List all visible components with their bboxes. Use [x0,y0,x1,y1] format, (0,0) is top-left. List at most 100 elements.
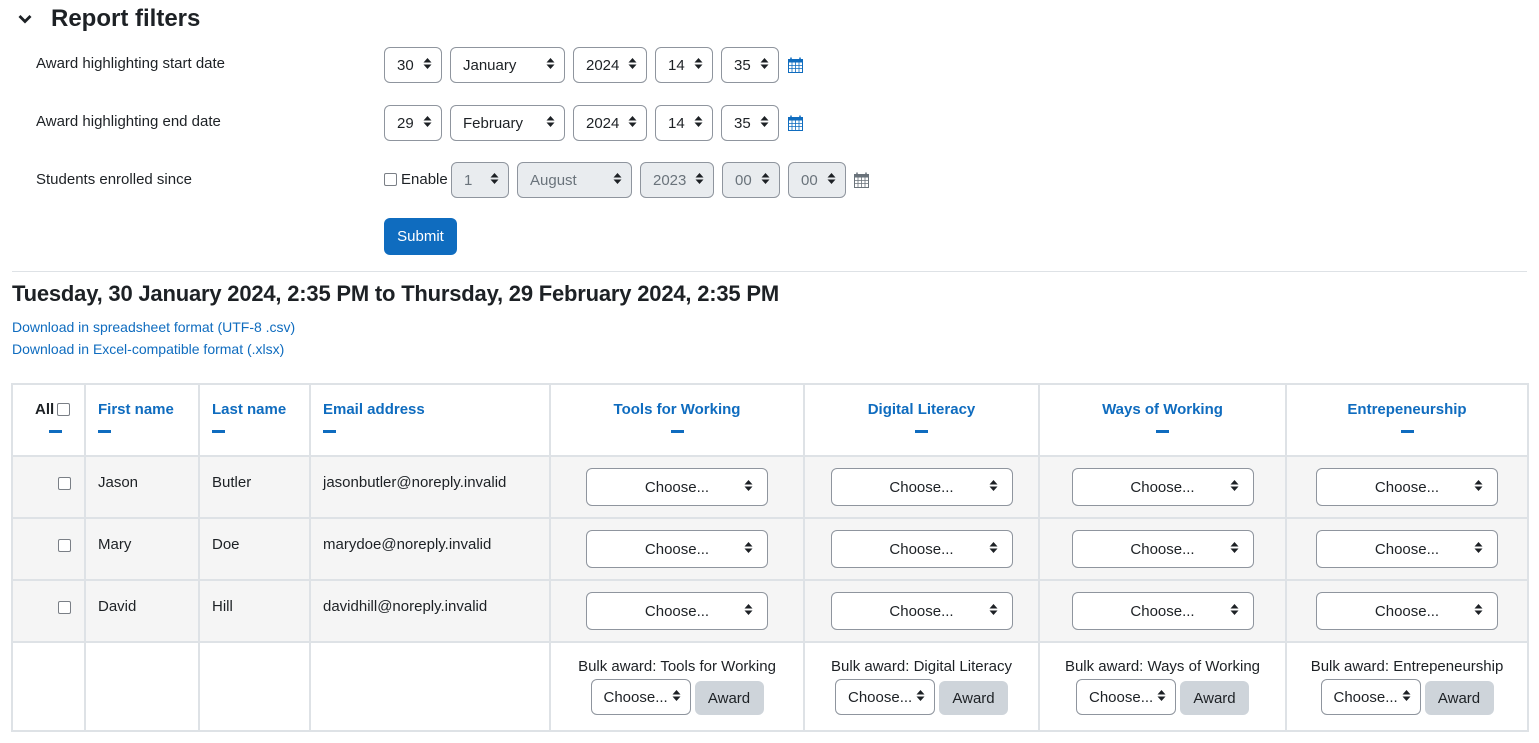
collapse-column-icon[interactable] [915,430,928,433]
bulk-award-label: Bulk award: Tools for Working [578,658,776,675]
award-select[interactable]: Choose... [586,530,768,568]
calendar-icon[interactable] [788,57,803,77]
award-select[interactable]: Choose... [1071,530,1254,568]
column-label[interactable]: Ways of Working [1102,401,1223,418]
email: davidhill@noreply.invalid [323,598,488,615]
start-day-select[interactable]: 30 [384,47,442,83]
bulk-award-label: Bulk award: Ways of Working [1064,658,1261,675]
select-value: 2023 [653,171,687,189]
bulk-award-select[interactable]: Choose... [835,679,935,715]
collapse-column-icon[interactable] [323,430,336,433]
award-select[interactable]: Choose... [1316,592,1498,630]
award-button[interactable]: Award [1180,681,1249,715]
collapse-column-icon[interactable] [1400,430,1414,433]
row-select-cell [11,455,86,519]
row-checkbox[interactable] [58,601,71,614]
report-filters-header[interactable]: Report filters [18,4,200,34]
award-select[interactable]: Choose... [1071,592,1254,630]
select-value: Choose... [644,478,710,496]
select-value: January [463,56,517,74]
collapse-column-icon[interactable] [212,430,225,433]
enable-checkbox[interactable] [384,173,397,186]
award-select[interactable]: Choose... [1071,468,1254,506]
end-day-select[interactable]: 29 [384,105,442,141]
select-value: Choose... [848,688,913,706]
end-hour-select[interactable]: 14 [655,105,713,141]
sort-arrows-icon [1230,479,1239,496]
column-label[interactable]: Entrepeneurship [1347,401,1466,418]
sort-arrows-icon [628,57,637,74]
date-range-heading: Tuesday, 30 January 2024, 2:35 PM to Thu… [12,281,779,306]
sort-arrows-icon [1402,689,1411,706]
section-title: Report filters [51,5,201,32]
chevron-down-icon[interactable] [18,4,40,34]
award-button[interactable]: Award [939,681,1008,715]
collapse-column-icon[interactable] [98,430,111,433]
column-label[interactable]: Email address [323,401,425,418]
bulk-award-select[interactable]: Choose... [1076,679,1176,715]
end-year-select[interactable]: 2024 [573,105,647,141]
end-minute-select[interactable]: 35 [721,105,779,141]
first-name: David [98,598,137,615]
award-select[interactable]: Choose... [586,592,768,630]
column-header-email[interactable]: Email address [309,383,551,457]
enrolled-year-select[interactable]: 2023 [640,162,714,198]
sort-arrows-icon [760,57,769,74]
column-header-first-name[interactable]: First name [84,383,200,457]
column-label[interactable]: First name [98,401,174,418]
sort-arrows-icon [916,689,925,706]
enrolled-month-select[interactable]: August [517,162,632,198]
award-select[interactable]: Choose... [1316,530,1498,568]
enrolled-day-select[interactable]: 1 [451,162,509,198]
award-select[interactable]: Choose... [830,592,1013,630]
select-value: Choose... [1374,478,1440,496]
calendar-icon[interactable] [788,115,803,135]
bulk-award-select[interactable]: Choose... [590,679,691,715]
select-all-checkbox[interactable] [57,403,71,416]
collapse-column-icon[interactable] [49,430,62,433]
row-select-cell [11,517,86,581]
select-value: 35 [734,56,751,74]
collapse-column-icon[interactable] [1156,430,1169,433]
award-select[interactable]: Choose... [1316,468,1498,506]
select-value: 30 [397,56,414,74]
sort-arrows-icon [423,57,432,74]
award-select[interactable]: Choose... [830,530,1013,568]
download-csv-link[interactable]: Download in spreadsheet format (UTF-8 .c… [12,319,295,335]
bulk-award-label: Bulk award: Entrepeneurship [1310,658,1504,675]
column-label[interactable]: Digital Literacy [868,401,976,418]
column-header-entrepeneurship[interactable]: Entrepeneurship [1285,383,1529,457]
start-year-select[interactable]: 2024 [573,47,647,83]
enable-checkbox-wrap[interactable]: Enable [384,171,448,188]
sort-arrows-icon [423,115,432,132]
start-hour-select[interactable]: 14 [655,47,713,83]
column-header-digital-literacy[interactable]: Digital Literacy [803,383,1040,457]
submit-button[interactable]: Submit [384,218,457,255]
select-value: Choose... [1374,602,1440,620]
download-xlsx-link[interactable]: Download in Excel-compatible format (.xl… [12,341,284,357]
column-label[interactable]: Last name [212,401,286,418]
award-select[interactable]: Choose... [586,468,768,506]
column-header-ways-of-working[interactable]: Ways of Working [1038,383,1287,457]
row-select-cell [11,579,86,643]
award-select[interactable]: Choose... [830,468,1013,506]
bulk-award-select[interactable]: Choose... [1320,679,1421,715]
enrolled-hour-select[interactable]: 00 [722,162,780,198]
row-checkbox[interactable] [58,539,71,552]
select-all-label: All [35,401,55,418]
award-button[interactable]: Award [694,681,764,715]
column-header-tools-for-working[interactable]: Tools for Working [549,383,805,457]
start-month-select[interactable]: January [450,47,565,83]
start-minute-select[interactable]: 35 [721,47,779,83]
row-checkbox[interactable] [58,477,71,490]
select-value: Choose... [889,540,954,558]
start-date-label: Award highlighting start date [36,55,226,72]
column-header-last-name[interactable]: Last name [198,383,311,457]
award-button[interactable]: Award [1424,681,1494,715]
column-label[interactable]: Tools for Working [614,401,741,418]
collapse-column-icon[interactable] [670,430,684,433]
calendar-icon [854,172,869,192]
first-name: Mary [98,536,132,553]
enrolled-minute-select[interactable]: 00 [788,162,846,198]
end-month-select[interactable]: February [450,105,565,141]
